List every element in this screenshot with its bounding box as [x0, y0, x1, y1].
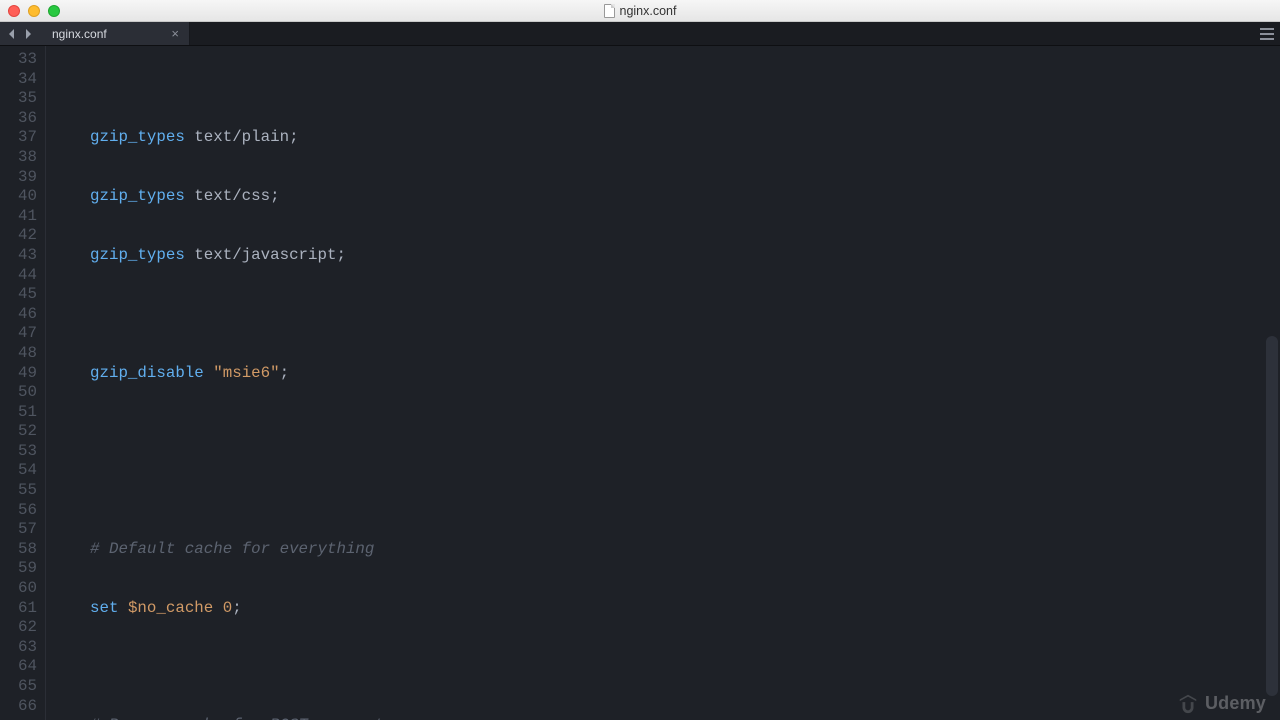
line-number: 48 — [0, 344, 37, 364]
code-line: set $no_cache 0; — [54, 599, 1280, 619]
close-window-icon[interactable] — [8, 5, 20, 17]
code-line — [54, 657, 1280, 677]
line-number: 37 — [0, 128, 37, 148]
line-number: 60 — [0, 579, 37, 599]
window-title: nginx.conf — [0, 4, 1280, 18]
line-number: 56 — [0, 501, 37, 521]
line-number: 46 — [0, 305, 37, 325]
line-number: 59 — [0, 559, 37, 579]
window-titlebar: nginx.conf — [0, 0, 1280, 22]
window-title-text: nginx.conf — [620, 4, 677, 18]
tab-history-nav — [0, 22, 40, 45]
line-number: 35 — [0, 89, 37, 109]
tabbar-spacer — [190, 22, 1254, 45]
line-number: 62 — [0, 618, 37, 638]
nav-forward-button[interactable] — [20, 24, 36, 44]
hamburger-icon — [1260, 28, 1274, 30]
tab-label: nginx.conf — [52, 27, 107, 41]
line-number: 34 — [0, 70, 37, 90]
editor-tabbar: nginx.conf × — [0, 22, 1280, 46]
tab-active[interactable]: nginx.conf × — [40, 22, 190, 45]
editor: 3334353637383940414243444546474849505152… — [0, 46, 1280, 720]
zoom-window-icon[interactable] — [48, 5, 60, 17]
line-number: 45 — [0, 285, 37, 305]
document-icon — [604, 4, 615, 18]
chevron-right-icon — [24, 29, 32, 39]
line-number: 55 — [0, 481, 37, 501]
line-number: 54 — [0, 461, 37, 481]
line-number: 50 — [0, 383, 37, 403]
line-number: 33 — [0, 50, 37, 70]
code-area[interactable]: gzip_types text/plain; gzip_types text/c… — [46, 46, 1280, 720]
line-number: 65 — [0, 677, 37, 697]
line-number: 44 — [0, 266, 37, 286]
line-number: 53 — [0, 442, 37, 462]
code-line: gzip_disable "msie6"; — [54, 364, 1280, 384]
line-number: 61 — [0, 599, 37, 619]
traffic-lights — [0, 5, 60, 17]
code-line — [54, 422, 1280, 442]
line-number: 52 — [0, 422, 37, 442]
line-number: 51 — [0, 403, 37, 423]
code-line: gzip_types text/css; — [54, 187, 1280, 207]
line-number: 36 — [0, 109, 37, 129]
vertical-scrollbar[interactable] — [1266, 336, 1278, 696]
code-line: # Bypass cache for POST requests — [54, 716, 1280, 720]
tab-close-icon[interactable]: × — [171, 26, 179, 41]
brand-watermark: Udemy — [1177, 692, 1266, 714]
brand-watermark-text: Udemy — [1205, 693, 1266, 714]
line-number-gutter: 3334353637383940414243444546474849505152… — [0, 46, 46, 720]
line-number: 41 — [0, 207, 37, 227]
line-number: 58 — [0, 540, 37, 560]
line-number: 40 — [0, 187, 37, 207]
line-number: 66 — [0, 697, 37, 717]
line-number: 49 — [0, 364, 37, 384]
minimize-window-icon[interactable] — [28, 5, 40, 17]
line-number: 64 — [0, 657, 37, 677]
line-number: 63 — [0, 638, 37, 658]
tab-menu-button[interactable] — [1254, 22, 1280, 45]
code-line — [54, 305, 1280, 325]
chevron-left-icon — [8, 29, 16, 39]
code-line: # Default cache for everything — [54, 540, 1280, 560]
line-number: 39 — [0, 168, 37, 188]
line-number: 43 — [0, 246, 37, 266]
code-line: gzip_types text/javascript; — [54, 246, 1280, 266]
line-number: 42 — [0, 226, 37, 246]
code-line: gzip_types text/plain; — [54, 128, 1280, 148]
nav-back-button[interactable] — [4, 24, 20, 44]
line-number: 47 — [0, 324, 37, 344]
udemy-logo-icon — [1177, 692, 1199, 714]
line-number: 57 — [0, 520, 37, 540]
code-line — [54, 481, 1280, 501]
line-number: 38 — [0, 148, 37, 168]
